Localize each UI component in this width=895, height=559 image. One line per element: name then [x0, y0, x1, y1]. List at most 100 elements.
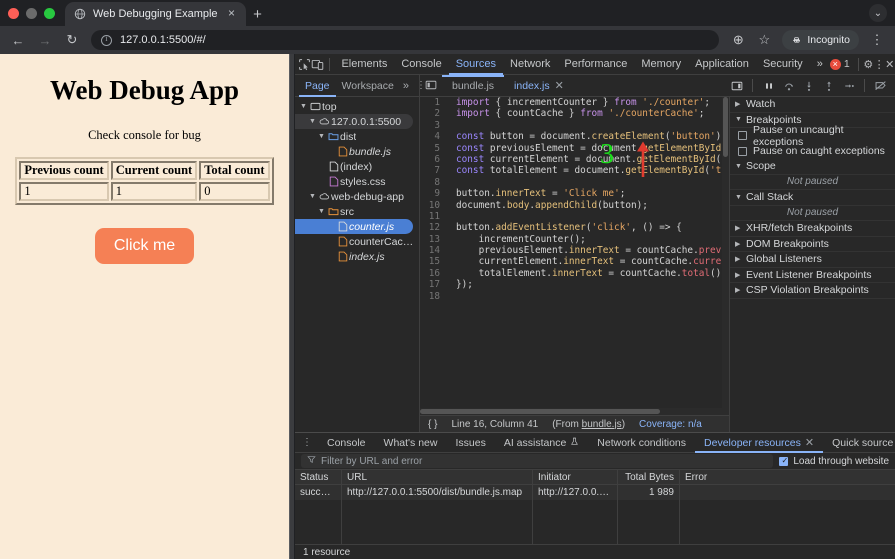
- tab-application[interactable]: Application: [688, 54, 756, 75]
- bookmark-star-icon[interactable]: ☆: [756, 32, 772, 48]
- deactivate-breakpoints-icon[interactable]: [871, 76, 890, 95]
- pause-script-icon[interactable]: [759, 76, 778, 95]
- load-through-website-checkbox[interactable]: [779, 457, 788, 466]
- address-bar[interactable]: 127.0.0.1:5500/#/: [91, 30, 719, 50]
- reload-button[interactable]: ↻: [64, 32, 80, 48]
- checkbox-pause-on-caught-exceptions[interactable]: Pause on caught exceptions: [730, 144, 895, 160]
- show-navigator-icon[interactable]: [420, 75, 442, 94]
- line-number[interactable]: 11: [420, 211, 446, 222]
- code-text[interactable]: [446, 120, 729, 131]
- code-text[interactable]: const currentElement = document.getEleme…: [446, 154, 729, 165]
- step-out-icon[interactable]: [819, 76, 838, 95]
- code-text[interactable]: currentElement.innerText = countCache.cu…: [446, 256, 729, 267]
- code-text[interactable]: document.body.appendChild(button);: [446, 200, 729, 211]
- navigator-more-button[interactable]: »: [400, 80, 412, 92]
- accordion-scope[interactable]: ▼Scope: [730, 159, 895, 175]
- forward-button[interactable]: →: [37, 33, 53, 48]
- twisty-icon[interactable]: ▼: [316, 133, 327, 140]
- accordion-call-stack[interactable]: ▼Call Stack: [730, 190, 895, 206]
- editor-tab-index-js[interactable]: index.js ✕: [504, 75, 574, 97]
- twisty-icon[interactable]: ▼: [307, 118, 318, 125]
- twisty-icon[interactable]: ▼: [307, 193, 318, 200]
- load-through-website-toggle[interactable]: Load through website: [779, 456, 889, 467]
- close-devtools-button[interactable]: ✕: [885, 55, 895, 74]
- tab-memory[interactable]: Memory: [634, 54, 688, 75]
- line-number[interactable]: 1: [420, 97, 446, 108]
- twisty-icon[interactable]: ▼: [316, 208, 327, 215]
- tree-item-src[interactable]: ▼src: [295, 204, 419, 219]
- drawer-tab-what-s-new[interactable]: What's new: [375, 433, 447, 453]
- line-number[interactable]: 7: [420, 165, 446, 176]
- editor-horizontal-scrollbar[interactable]: [420, 408, 729, 415]
- line-number[interactable]: 13: [420, 234, 446, 245]
- twisty-icon[interactable]: ▼: [298, 103, 309, 110]
- tree-item-dist[interactable]: ▼dist: [295, 129, 419, 144]
- code-text[interactable]: incrementCounter();: [446, 234, 729, 245]
- drawer-tab-issues[interactable]: Issues: [446, 433, 494, 453]
- device-toolbar-icon[interactable]: [311, 55, 324, 74]
- step-into-icon[interactable]: [799, 76, 818, 95]
- page-scrollbar[interactable]: [283, 54, 289, 559]
- column-header-url[interactable]: URL: [342, 470, 533, 484]
- inspect-element-icon[interactable]: [298, 55, 311, 74]
- code-text[interactable]: previousElement.innerText = countCache.p…: [446, 245, 729, 256]
- line-number[interactable]: 6: [420, 154, 446, 165]
- click-me-button[interactable]: Click me: [95, 228, 194, 264]
- zoom-icon[interactable]: ⊕: [730, 32, 746, 48]
- line-number[interactable]: 9: [420, 188, 446, 199]
- drawer-tab-network-conditions[interactable]: Network conditions: [588, 433, 695, 453]
- back-button[interactable]: ←: [10, 33, 26, 48]
- drawer-tab-developer-resources[interactable]: Developer resources✕: [695, 433, 823, 453]
- code-text[interactable]: button.innerText = 'Click me';: [446, 188, 729, 199]
- tab-security[interactable]: Security: [756, 54, 810, 75]
- code-text[interactable]: import { countCache } from './counterCac…: [446, 108, 729, 119]
- code-text[interactable]: button.addEventListener('click', () => {: [446, 222, 729, 233]
- devtools-menu-button[interactable]: ⋮: [874, 55, 885, 74]
- close-tab-button[interactable]: ×: [225, 7, 239, 21]
- code-text[interactable]: const previousElement = document.getElem…: [446, 143, 729, 154]
- window-menu-button[interactable]: ⌄: [869, 4, 887, 22]
- close-window-button[interactable]: [8, 8, 19, 19]
- line-number[interactable]: 2: [420, 108, 446, 119]
- column-header-status[interactable]: Status: [295, 470, 342, 484]
- code-text[interactable]: import { incrementCounter } from './coun…: [446, 97, 729, 108]
- checkbox[interactable]: [738, 131, 747, 140]
- accordion-dom-breakpoints[interactable]: ▶DOM Breakpoints: [730, 237, 895, 253]
- line-number[interactable]: 3: [420, 120, 446, 131]
- accordion-xhr-fetch-breakpoints[interactable]: ▶XHR/fetch Breakpoints: [730, 221, 895, 237]
- code-text[interactable]: [446, 177, 729, 188]
- tree-item-web-debug-app[interactable]: ▼web-debug-app: [295, 189, 419, 204]
- coverage-status[interactable]: Coverage: n/a: [639, 419, 702, 430]
- tab-elements[interactable]: Elements: [334, 54, 394, 75]
- column-header-total-bytes[interactable]: Total Bytes: [618, 470, 680, 484]
- editor-vertical-scrollbar[interactable]: [722, 97, 729, 408]
- column-header-initiator[interactable]: Initiator: [533, 470, 618, 484]
- file-navigator-tree[interactable]: ▼top▼127.0.0.1:5500▼distbundle.js(index)…: [295, 97, 420, 432]
- tree-item-127-0-0-1-5500[interactable]: ▼127.0.0.1:5500: [295, 114, 413, 129]
- tree-item-countercach[interactable]: counterCach…: [295, 234, 419, 249]
- tab-network[interactable]: Network: [503, 54, 557, 75]
- line-number[interactable]: 15: [420, 256, 446, 267]
- tree-item-top[interactable]: ▼top: [295, 99, 419, 114]
- show-debugger-sidebar-icon[interactable]: [727, 76, 746, 95]
- line-number[interactable]: 5: [420, 143, 446, 154]
- code-text[interactable]: const button = document.createElement('b…: [446, 131, 729, 142]
- tab-workspace[interactable]: Workspace: [336, 75, 400, 97]
- accordion-csp-violation-breakpoints[interactable]: ▶CSP Violation Breakpoints: [730, 283, 895, 299]
- new-tab-button[interactable]: +: [246, 2, 270, 26]
- drawer-tab-console[interactable]: Console: [318, 433, 375, 453]
- tab-sources[interactable]: Sources: [449, 54, 503, 75]
- browser-tab[interactable]: Web Debugging Example ×: [65, 2, 246, 26]
- tree-item-styles-css[interactable]: styles.css: [295, 174, 419, 189]
- line-number[interactable]: 8: [420, 177, 446, 188]
- tab-console[interactable]: Console: [394, 54, 448, 75]
- drawer-menu-button[interactable]: ⋮: [295, 437, 318, 448]
- maximize-window-button[interactable]: [44, 8, 55, 19]
- line-number[interactable]: 12: [420, 222, 446, 233]
- tab-page[interactable]: Page: [299, 75, 336, 97]
- source-map-file[interactable]: bundle.js: [582, 419, 622, 430]
- table-row[interactable]: success http://127.0.0.1:5500/dist/bundl…: [295, 485, 895, 500]
- tree-item-index[interactable]: (index): [295, 159, 419, 174]
- drawer-tab-quick-source[interactable]: Quick source: [823, 433, 895, 453]
- code-text[interactable]: [446, 291, 729, 302]
